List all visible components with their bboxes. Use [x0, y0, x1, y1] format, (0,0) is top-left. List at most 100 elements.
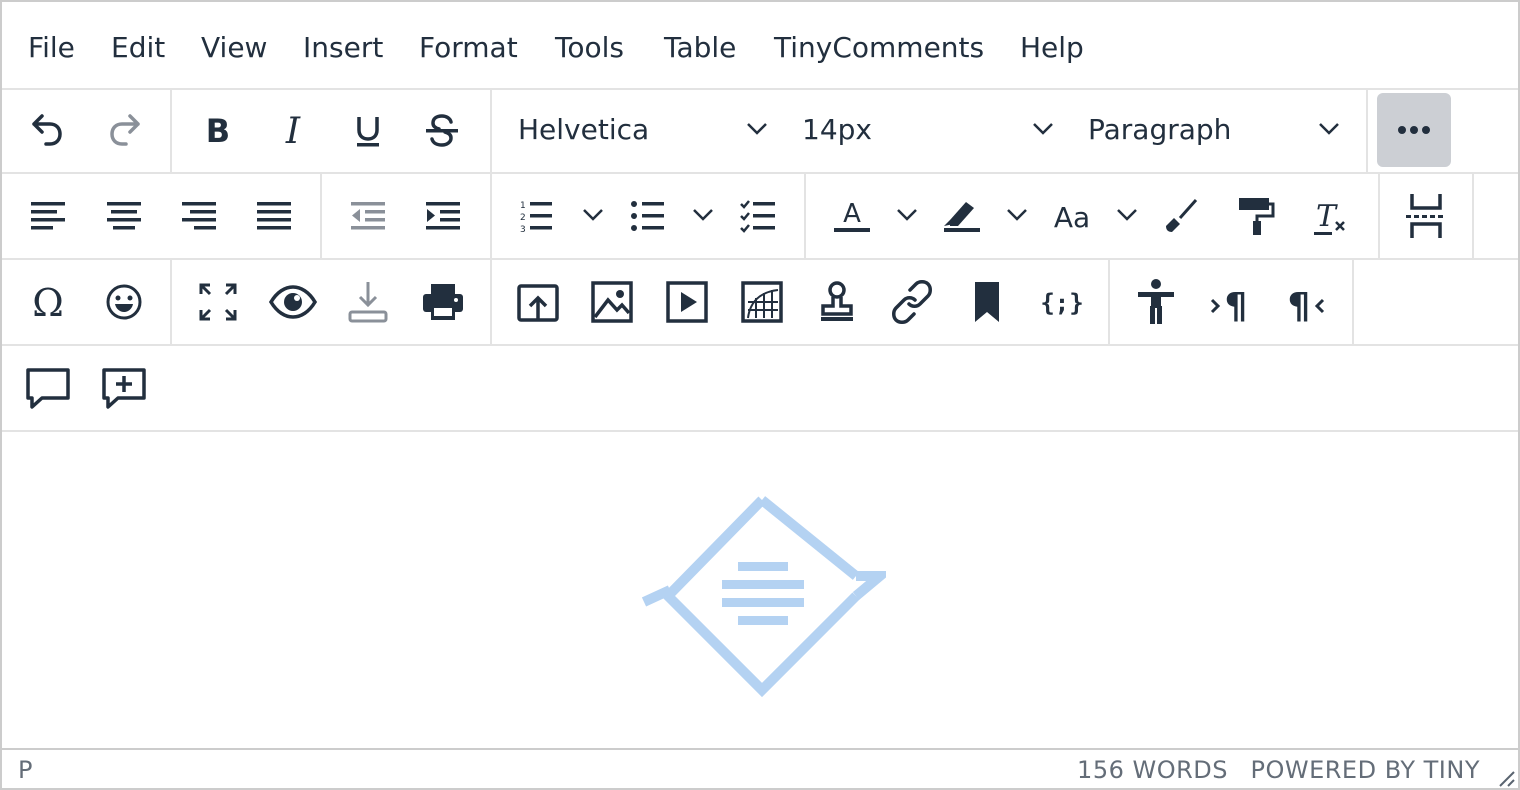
export-button[interactable]: [340, 274, 396, 330]
chevron-down-icon[interactable]: [580, 202, 606, 228]
block-format-value: Paragraph: [1088, 113, 1232, 146]
page-break-button[interactable]: [1398, 188, 1454, 244]
special-character-button[interactable]: Ω: [20, 274, 76, 330]
redo-button[interactable]: [98, 102, 154, 158]
toolbar-row-1: B I Helvetica 14px Paragraph: [2, 88, 1518, 174]
numbered-list-button[interactable]: 1 2 3: [508, 188, 564, 244]
insert-merge-tag-button[interactable]: {;}: [1034, 274, 1090, 330]
insert-link-button[interactable]: [884, 274, 940, 330]
toolbar-row-2: 123 A Aa T: [2, 174, 1518, 260]
menu-help[interactable]: Help: [1020, 28, 1084, 68]
clear-formatting-button[interactable]: T: [1304, 188, 1360, 244]
block-format-select[interactable]: Paragraph: [1088, 88, 1354, 172]
accessibility-checker-button[interactable]: [1128, 274, 1184, 330]
loading-logo-icon: [642, 496, 886, 698]
align-justify-button[interactable]: [246, 188, 302, 244]
checklist-button[interactable]: [730, 188, 786, 244]
underline-button[interactable]: [340, 102, 396, 158]
strikethrough-button[interactable]: [414, 102, 470, 158]
emoji-button[interactable]: [96, 274, 152, 330]
chevron-down-icon: [747, 123, 767, 135]
toolbar-group-characters: Ω: [2, 260, 172, 344]
element-path[interactable]: P: [18, 756, 32, 784]
insert-chart-button[interactable]: [734, 274, 790, 330]
menu-table[interactable]: Table: [664, 28, 736, 68]
preview-button[interactable]: [265, 274, 321, 330]
menu-file[interactable]: File: [28, 28, 75, 68]
toolbar-group-selects: Helvetica 14px Paragraph: [490, 88, 1368, 172]
align-right-button[interactable]: [171, 188, 227, 244]
rtl-button[interactable]: ¶: [1277, 274, 1333, 330]
indent-icon: [426, 202, 460, 230]
rtl-icon: ¶: [1288, 286, 1325, 324]
svg-text:¶: ¶: [1288, 286, 1311, 324]
paint-roller-icon: [1239, 198, 1275, 235]
font-size-select[interactable]: 14px: [802, 88, 1068, 172]
format-brush-button[interactable]: [1154, 188, 1210, 244]
video-icon: [666, 281, 708, 323]
bold-button[interactable]: B: [190, 102, 246, 158]
add-comment-button[interactable]: [96, 360, 152, 416]
svg-text:T: T: [1316, 199, 1338, 234]
text-color-button[interactable]: A: [824, 188, 880, 244]
svg-text:Aa: Aa: [1054, 201, 1090, 234]
ltr-button[interactable]: ¶: [1202, 274, 1258, 330]
font-family-select[interactable]: Helvetica: [518, 88, 782, 172]
statusbar: P 156 WORDS POWERED BY TINY: [2, 748, 1518, 788]
menubar: File Edit View Insert Format Tools Table…: [2, 2, 1518, 90]
page-break-icon: [1406, 194, 1443, 238]
print-button[interactable]: [415, 274, 471, 330]
italic-button[interactable]: I: [265, 102, 321, 158]
insert-anchor-button[interactable]: [959, 274, 1015, 330]
download-icon: [348, 282, 388, 323]
case-change-button[interactable]: Aa: [1044, 188, 1100, 244]
toolbar-group-text-style: A Aa T: [804, 174, 1380, 258]
chevron-down-icon[interactable]: [1114, 202, 1140, 228]
align-center-button[interactable]: [96, 188, 152, 244]
resize-handle-icon[interactable]: [1494, 766, 1516, 788]
svg-text:I: I: [285, 111, 301, 150]
toolbar-group-history: [2, 88, 172, 172]
align-left-button[interactable]: [20, 188, 76, 244]
insert-media-button[interactable]: [659, 274, 715, 330]
align-justify-icon: [257, 202, 291, 230]
format-painter-button[interactable]: [1229, 188, 1285, 244]
show-comments-button[interactable]: [20, 360, 76, 416]
ltr-icon: ¶: [1210, 286, 1248, 324]
chevron-down-icon[interactable]: [1004, 202, 1030, 228]
upload-button[interactable]: [510, 274, 566, 330]
menu-insert[interactable]: Insert: [303, 28, 383, 68]
bookmark-icon: [975, 282, 999, 322]
align-right-icon: [182, 202, 216, 230]
menu-format[interactable]: Format: [419, 28, 518, 68]
outdent-button[interactable]: [340, 188, 396, 244]
svg-text:A: A: [843, 199, 861, 229]
menu-edit[interactable]: Edit: [111, 28, 165, 68]
editor-content[interactable]: [2, 432, 1518, 748]
svg-text:B: B: [206, 112, 230, 150]
branding-link[interactable]: POWERED BY TINY: [1251, 756, 1481, 784]
comment-icon: [26, 368, 70, 409]
clear-formatting-icon: T: [1314, 199, 1345, 235]
svg-text:3: 3: [520, 225, 526, 235]
undo-button[interactable]: [18, 102, 74, 158]
indent-button[interactable]: [415, 188, 471, 244]
chevron-down-icon[interactable]: [690, 202, 716, 228]
align-left-icon: [31, 202, 65, 230]
strikethrough-icon: [426, 114, 458, 147]
fullscreen-button[interactable]: [190, 274, 246, 330]
font-size-value: 14px: [802, 113, 872, 146]
more-button[interactable]: [1377, 93, 1451, 167]
menu-tools[interactable]: Tools: [555, 28, 624, 68]
insert-image-button[interactable]: [584, 274, 640, 330]
highlight-color-button[interactable]: [934, 188, 990, 244]
menu-view[interactable]: View: [201, 28, 267, 68]
insert-stamp-button[interactable]: [809, 274, 865, 330]
chevron-down-icon[interactable]: [894, 202, 920, 228]
svg-text:¶: ¶: [1225, 286, 1248, 324]
menu-tinycomments[interactable]: TinyComments: [774, 28, 984, 68]
comment-add-icon: [102, 368, 146, 409]
word-count[interactable]: 156 WORDS: [1077, 756, 1228, 784]
bullet-list-button[interactable]: [620, 188, 676, 244]
svg-text:2: 2: [520, 213, 526, 223]
